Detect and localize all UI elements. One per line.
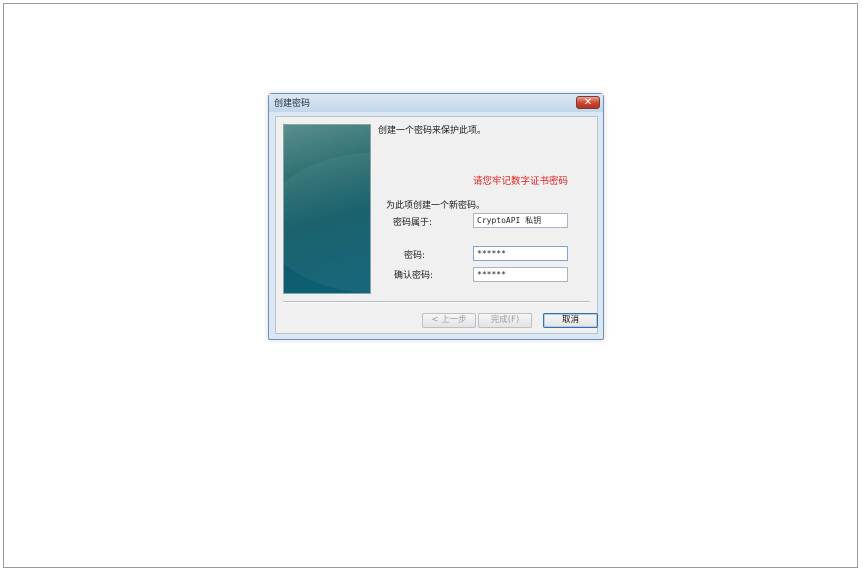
warning-text: 请您牢记数字证书密码 (473, 176, 569, 187)
side-image-highlight (284, 153, 370, 293)
password-label: 密码: (404, 251, 426, 261)
finish-button[interactable]: 完成(F) (478, 313, 532, 328)
create-password-dialog: 创建密码 ✕ 创建一个密码来保护此项。 请您牢记数字证书密码 为此项创建一个新密… (268, 93, 604, 340)
confirm-password-field[interactable]: ****** (473, 267, 568, 282)
dialog-client-area: 创建一个密码来保护此项。 请您牢记数字证书密码 为此项创建一个新密码。 密码属于… (275, 116, 598, 334)
button-separator (283, 301, 590, 303)
confirm-label: 确认密码: (394, 271, 434, 281)
back-button[interactable]: < 上一步 (422, 313, 476, 328)
close-button[interactable]: ✕ (576, 96, 600, 109)
title-bar[interactable]: 创建密码 ✕ (269, 94, 603, 112)
section-label: 为此项创建一个新密码。 (386, 201, 486, 211)
owner-label: 密码属于: (393, 218, 433, 228)
password-field[interactable]: ****** (473, 246, 568, 261)
dialog-title: 创建密码 (274, 99, 311, 109)
owner-field[interactable]: CryptoAPI 私钥 (473, 213, 568, 228)
intro-text: 创建一个密码来保护此项。 (378, 126, 487, 136)
cancel-button[interactable]: 取消 (543, 313, 598, 328)
wizard-side-image (283, 124, 371, 294)
